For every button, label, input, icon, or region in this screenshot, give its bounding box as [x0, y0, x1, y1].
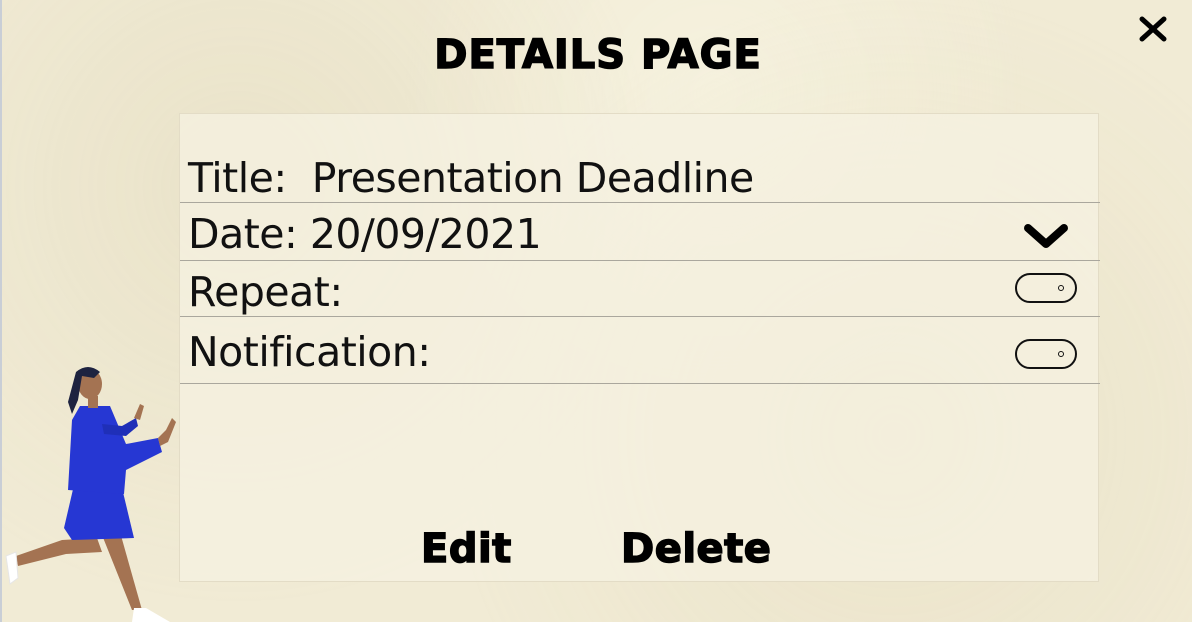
chevron-down-icon: [1024, 224, 1068, 248]
notification-label: Notification:: [188, 328, 431, 376]
date-row[interactable]: Date: 20/09/2021: [180, 202, 1100, 261]
date-dropdown-button[interactable]: [1022, 222, 1070, 252]
notification-row: Notification:: [180, 316, 1100, 384]
notification-toggle[interactable]: [1015, 339, 1077, 369]
title-row: Title: Presentation Deadline: [180, 114, 1100, 203]
repeat-label: Repeat:: [188, 268, 343, 316]
repeat-row: Repeat:: [180, 260, 1100, 317]
page-title: DETAILS PAGE: [433, 31, 762, 79]
edit-button[interactable]: Edit: [420, 525, 512, 573]
title-text: Title: Presentation Deadline: [188, 154, 754, 202]
toggle-knob: [1058, 351, 1064, 357]
person-illustration: [5, 367, 176, 622]
delete-button[interactable]: Delete: [620, 525, 771, 573]
repeat-toggle[interactable]: [1015, 273, 1077, 303]
details-card: Title: Presentation Deadline Date: 20/09…: [179, 113, 1100, 582]
toggle-knob: [1058, 285, 1064, 291]
date-text: Date: 20/09/2021: [188, 210, 542, 258]
